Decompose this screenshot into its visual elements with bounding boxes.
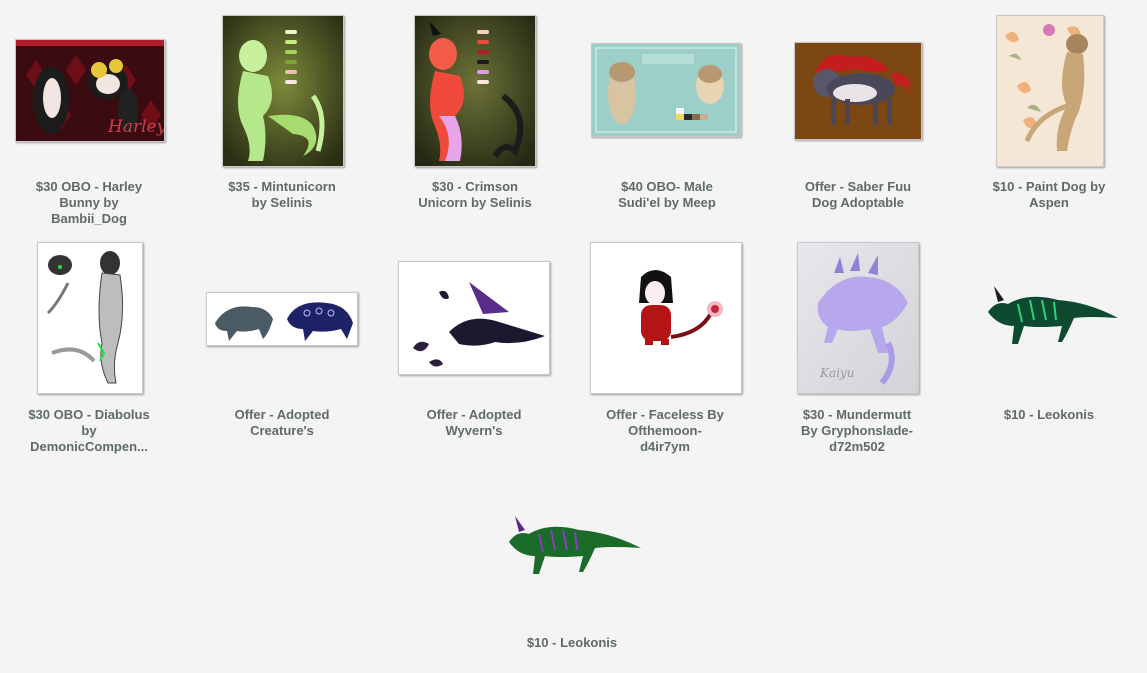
svg-text:Harley: Harley <box>107 117 164 137</box>
crimson-unicorn-art <box>415 16 535 166</box>
item-caption[interactable]: $10 - Paint Dog by Aspen <box>960 179 1138 211</box>
gallery-item-crimson-unicorn[interactable]: $30 - Crimson Unicorn by Selinis <box>386 0 564 240</box>
thumbnail-image[interactable] <box>222 15 344 167</box>
item-caption[interactable]: $30 - Mundermutt By Gryphonslade- d72m50… <box>768 407 946 455</box>
mundermutt-art: Kaiyu <box>798 243 918 393</box>
gallery-item-faceless[interactable]: Offer - Faceless By Ofthemoon- d4ir7ym <box>576 230 754 470</box>
faceless-art <box>591 243 741 393</box>
thumbnail-image[interactable] <box>398 261 550 375</box>
thumbnail-image[interactable] <box>497 510 645 584</box>
item-caption[interactable]: $35 - Mintunicorn by Selinis <box>193 179 371 211</box>
thumbnail-image[interactable]: Kaiyu <box>797 242 919 394</box>
leokonis-art <box>988 286 1118 344</box>
gallery-item-paint-dog[interactable]: $10 - Paint Dog by Aspen <box>960 0 1138 240</box>
harley-bunny-art: Harley <box>16 40 164 141</box>
gallery-item-leokonis-1[interactable]: $10 - Leokonis <box>960 230 1138 470</box>
item-caption[interactable]: $10 - Leokonis <box>483 635 661 651</box>
gallery-item-adopted-wyverns[interactable]: Offer - Adopted Wyvern's <box>385 230 563 470</box>
gallery-item-mintunicorn[interactable]: $35 - Mintunicorn by Selinis <box>193 0 371 240</box>
gallery-item-diabolus[interactable]: $30 OBO - Diabolus by DemonicCompen... <box>0 230 178 470</box>
thumbnail-image[interactable] <box>414 15 536 167</box>
gallery-item-mundermutt[interactable]: Kaiyu $30 - Mundermutt By Gryphonslade- … <box>768 230 946 470</box>
svg-text:Kaiyu: Kaiyu <box>819 366 854 380</box>
thumbnail-image[interactable] <box>794 42 922 140</box>
thumbnail-image[interactable] <box>206 292 358 346</box>
item-caption[interactable]: $30 OBO - Harley Bunny by Bambii_Dog <box>0 179 178 227</box>
thumbnail-image[interactable]: Harley <box>15 39 165 142</box>
gallery-item-saber-fuu-dog[interactable]: Offer - Saber Fuu Dog Adoptable <box>769 0 947 240</box>
thumbnail-image[interactable] <box>978 282 1124 354</box>
gallery-item-adopted-creatures[interactable]: Offer - Adopted Creature's <box>193 230 371 470</box>
thumbnail-image[interactable] <box>37 242 143 394</box>
diabolus-art <box>38 243 142 393</box>
item-caption[interactable]: $10 - Leokonis <box>960 407 1138 423</box>
item-caption[interactable]: $30 - Crimson Unicorn by Selinis <box>386 179 564 211</box>
leokonis-art <box>509 516 641 574</box>
item-caption[interactable]: $40 OBO- Male Sudi'el by Meep <box>578 179 756 211</box>
thumbnail-image[interactable] <box>996 15 1104 167</box>
gallery-item-harley-bunny[interactable]: Harley $30 OBO - Harley Bunny by Bambii_… <box>0 0 178 240</box>
mintunicorn-art <box>223 16 343 166</box>
thumbnail-image[interactable] <box>591 43 741 137</box>
thumbnail-image[interactable] <box>590 242 742 394</box>
item-caption[interactable]: $30 OBO - Diabolus by DemonicCompen... <box>0 407 178 455</box>
saber-fuu-dog-art <box>795 43 921 139</box>
adopted-creatures-art <box>207 293 357 345</box>
gallery-item-leokonis-2[interactable]: $10 - Leokonis <box>483 458 661 673</box>
item-caption[interactable]: Offer - Saber Fuu Dog Adoptable <box>769 179 947 211</box>
male-sudiel-art <box>592 44 740 136</box>
adopted-wyverns-art <box>399 262 549 374</box>
gallery-item-male-sudiel[interactable]: $40 OBO- Male Sudi'el by Meep <box>578 0 756 240</box>
paint-dog-art <box>997 16 1103 166</box>
item-caption[interactable]: Offer - Faceless By Ofthemoon- d4ir7ym <box>576 407 754 455</box>
item-caption[interactable]: Offer - Adopted Wyvern's <box>385 407 563 439</box>
item-caption[interactable]: Offer - Adopted Creature's <box>193 407 371 439</box>
gallery-grid: Harley $30 OBO - Harley Bunny by Bambii_… <box>0 0 1147 673</box>
